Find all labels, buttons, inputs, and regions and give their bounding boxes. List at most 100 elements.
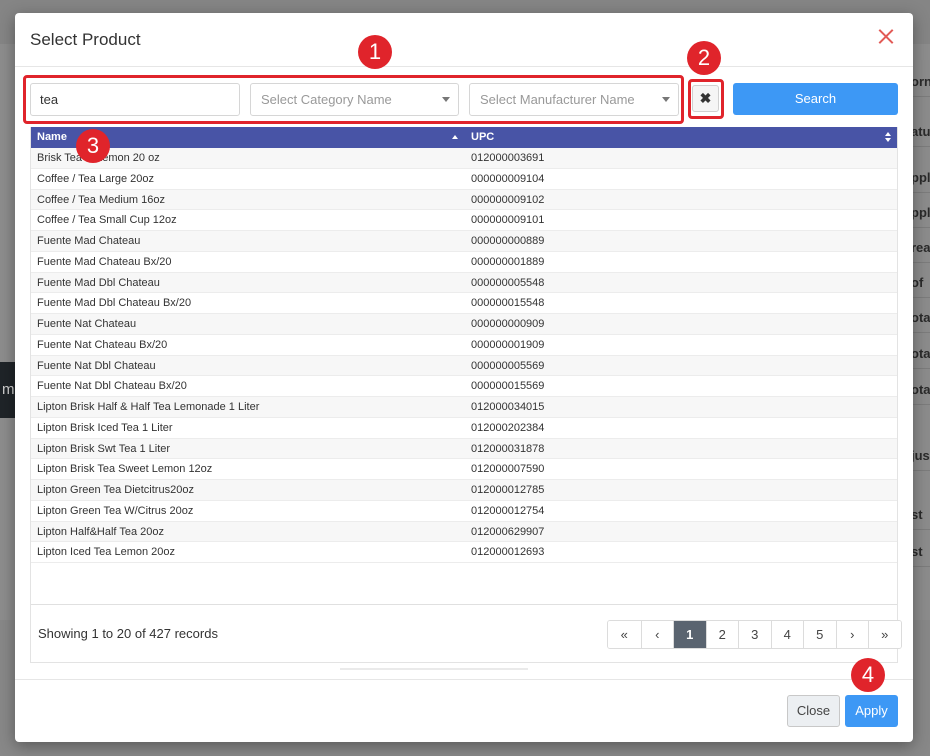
product-upc-cell: 012000034015 — [471, 401, 545, 413]
table-row[interactable]: Lipton Brisk Iced Tea 1 Liter 01200020238… — [31, 418, 897, 439]
apply-button[interactable]: Apply — [845, 695, 898, 727]
product-table: Name UPC Brisk Tea w Lemon 20 oz01200000… — [30, 127, 902, 663]
page-button-3[interactable]: 3 — [738, 621, 771, 648]
annotation-badge-2: 2 — [687, 41, 721, 75]
product-upc-cell: 012000012754 — [471, 504, 545, 517]
product-upc-cell: 000000015548 — [471, 297, 545, 310]
product-name-cell: Lipton Green Tea W/Citrus 20oz — [37, 504, 194, 517]
product-upc-cell: 000000001909 — [471, 338, 545, 351]
product-upc-cell: 000000009104 — [471, 172, 545, 185]
table-row[interactable]: Lipton Iced Tea Lemon 20oz 012000012693 — [31, 542, 897, 563]
annotation-badge-3: 3 — [76, 129, 110, 163]
product-name-cell: Lipton Half&Half Tea 20oz — [37, 525, 164, 538]
close-icon[interactable] — [877, 27, 895, 45]
table-row[interactable]: Coffee / Tea Small Cup 12oz 000000009101 — [31, 210, 897, 231]
product-upc-cell: 000000005569 — [471, 359, 545, 372]
product-upc-cell: 000000015569 — [471, 380, 545, 393]
annotation-box-filters — [23, 75, 684, 124]
next-page-button[interactable]: › — [835, 621, 868, 648]
product-name-cell: Coffee / Tea Medium 16oz — [37, 193, 166, 206]
product-name-cell: Fuente Mad Chateau — [37, 235, 141, 247]
first-page-button[interactable]: « — [608, 621, 641, 648]
product-upc-cell: 012000202384 — [471, 421, 545, 434]
table-row[interactable]: Coffee / Tea Large 20oz 000000009104 — [31, 169, 897, 190]
last-page-button[interactable]: » — [868, 621, 901, 648]
table-row[interactable]: Lipton Brisk Half & Half Tea Lemonade 1 … — [31, 397, 897, 418]
product-name-cell: Fuente Mad Dbl Chateau — [37, 276, 160, 289]
close-button[interactable]: Close — [787, 695, 840, 727]
product-upc-cell: 000000005548 — [471, 276, 545, 289]
product-upc-cell: 012000003691 — [471, 152, 545, 164]
background-text-fragment: atu — [911, 124, 930, 139]
background-text-fragment: ota — [911, 382, 930, 397]
footer-divider — [15, 679, 913, 680]
product-name-cell: Lipton Brisk Half & Half Tea Lemonade 1 … — [37, 401, 260, 413]
annotation-box-clear — [688, 79, 724, 119]
modal-title: Select Product — [30, 30, 141, 49]
pagination: « ‹ 1 2 3 4 5 › » — [607, 620, 902, 649]
product-upc-cell: 012000007590 — [471, 463, 545, 476]
background-text-fragment: ppl — [911, 170, 930, 185]
table-row[interactable]: Fuente Nat Dbl Chateau 000000005569 — [31, 355, 897, 377]
product-name-cell: Lipton Green Tea Dietcitrus20oz — [37, 484, 194, 496]
header-divider — [15, 66, 913, 67]
table-footer-divider — [31, 604, 897, 605]
background-text-fragment: rea — [911, 240, 930, 255]
background-text-fragment: ota — [911, 310, 930, 325]
table-header: Name UPC — [31, 127, 897, 148]
table-row[interactable]: Lipton Brisk Tea Sweet Lemon 12oz 0120000… — [31, 459, 897, 480]
product-name-cell: Fuente Mad Chateau Bx/20 — [37, 255, 172, 268]
select-product-modal: Select Product Select Category Name Sele… — [15, 13, 913, 742]
product-upc-cell: 000000000889 — [471, 235, 545, 247]
product-name-cell: Fuente Nat Dbl Chateau Bx/20 — [37, 380, 187, 393]
product-name-cell: Lipton Brisk Tea Sweet Lemon 12oz — [37, 463, 213, 476]
table-row[interactable]: Fuente Nat Dbl Chateau Bx/20 000000015569 — [31, 376, 897, 397]
product-upc-cell: 012000012693 — [471, 546, 545, 559]
product-upc-cell: 012000629907 — [471, 525, 545, 538]
background-dark-block: m — [0, 362, 16, 418]
table-body: Brisk Tea w Lemon 20 oz012000003691Coffe… — [31, 148, 897, 563]
page-button-1[interactable]: 1 — [673, 621, 706, 648]
product-name-cell: Coffee / Tea Large 20oz — [37, 172, 155, 185]
prev-page-button[interactable]: ‹ — [640, 621, 673, 648]
table-row[interactable]: Fuente Mad Dbl Chateau 000000005548 — [31, 272, 897, 294]
table-row[interactable]: Coffee / Tea Medium 16oz 000000009102 — [31, 189, 897, 211]
product-upc-cell: 012000012785 — [471, 484, 545, 496]
product-name-cell: Coffee / Tea Small Cup 12oz — [37, 214, 177, 227]
product-name-cell: Fuente Nat Dbl Chateau — [37, 359, 156, 372]
annotation-badge-4: 4 — [851, 658, 885, 692]
product-upc-cell: 000000000909 — [471, 318, 545, 330]
product-upc-cell: 012000031878 — [471, 442, 545, 455]
table-row[interactable]: Lipton Green Tea Dietcitrus20oz 012000012… — [31, 480, 897, 501]
background-text-fragment: orn — [911, 74, 930, 89]
table-row[interactable]: Fuente Mad Dbl Chateau Bx/20 000000015548 — [31, 293, 897, 314]
table-row[interactable]: Fuente Nat Chateau 000000000909 — [31, 314, 897, 335]
product-name-cell: Fuente Nat Chateau Bx/20 — [37, 338, 168, 351]
product-name-cell: Fuente Nat Chateau — [37, 318, 137, 330]
table-row[interactable]: Fuente Mad Chateau Bx/20 000000001889 — [31, 252, 897, 273]
sort-ascending-icon — [452, 135, 458, 139]
column-header-upc[interactable]: UPC — [471, 127, 891, 148]
product-name-cell: Lipton Brisk Iced Tea 1 Liter — [37, 421, 173, 434]
page-button-4[interactable]: 4 — [770, 621, 803, 648]
table-row[interactable]: Lipton Half&Half Tea 20oz 012000629907 — [31, 521, 897, 543]
table-row[interactable]: Lipton Green Tea W/Citrus 20oz 0120000127… — [31, 501, 897, 522]
page-button-2[interactable]: 2 — [705, 621, 738, 648]
background-text-fragment: jus — [911, 448, 930, 463]
table-row[interactable]: Fuente Nat Chateau Bx/20 000000001909 — [31, 335, 897, 356]
product-upc-cell: 000000009102 — [471, 193, 545, 206]
annotation-badge-1: 1 — [358, 35, 392, 69]
records-info: Showing 1 to 20 of 427 records — [38, 626, 218, 641]
product-upc-cell: 000000009101 — [471, 214, 545, 227]
background-text-fragment: ppl — [911, 205, 930, 220]
table-row[interactable]: Fuente Mad Chateau 000000000889 — [31, 231, 897, 252]
product-upc-cell: 000000001889 — [471, 255, 545, 268]
table-row[interactable]: Brisk Tea w Lemon 20 oz012000003691 — [31, 148, 897, 169]
page-button-5[interactable]: 5 — [803, 621, 836, 648]
table-row[interactable]: Lipton Brisk Swt Tea 1 Liter 012000031878 — [31, 438, 897, 460]
product-name-cell: Lipton Brisk Swt Tea 1 Liter — [37, 442, 171, 455]
product-name-cell: Lipton Iced Tea Lemon 20oz — [37, 546, 176, 559]
background-text-fragment: ota — [911, 346, 930, 361]
search-button[interactable]: Search — [733, 83, 898, 115]
sort-icon — [885, 132, 891, 142]
